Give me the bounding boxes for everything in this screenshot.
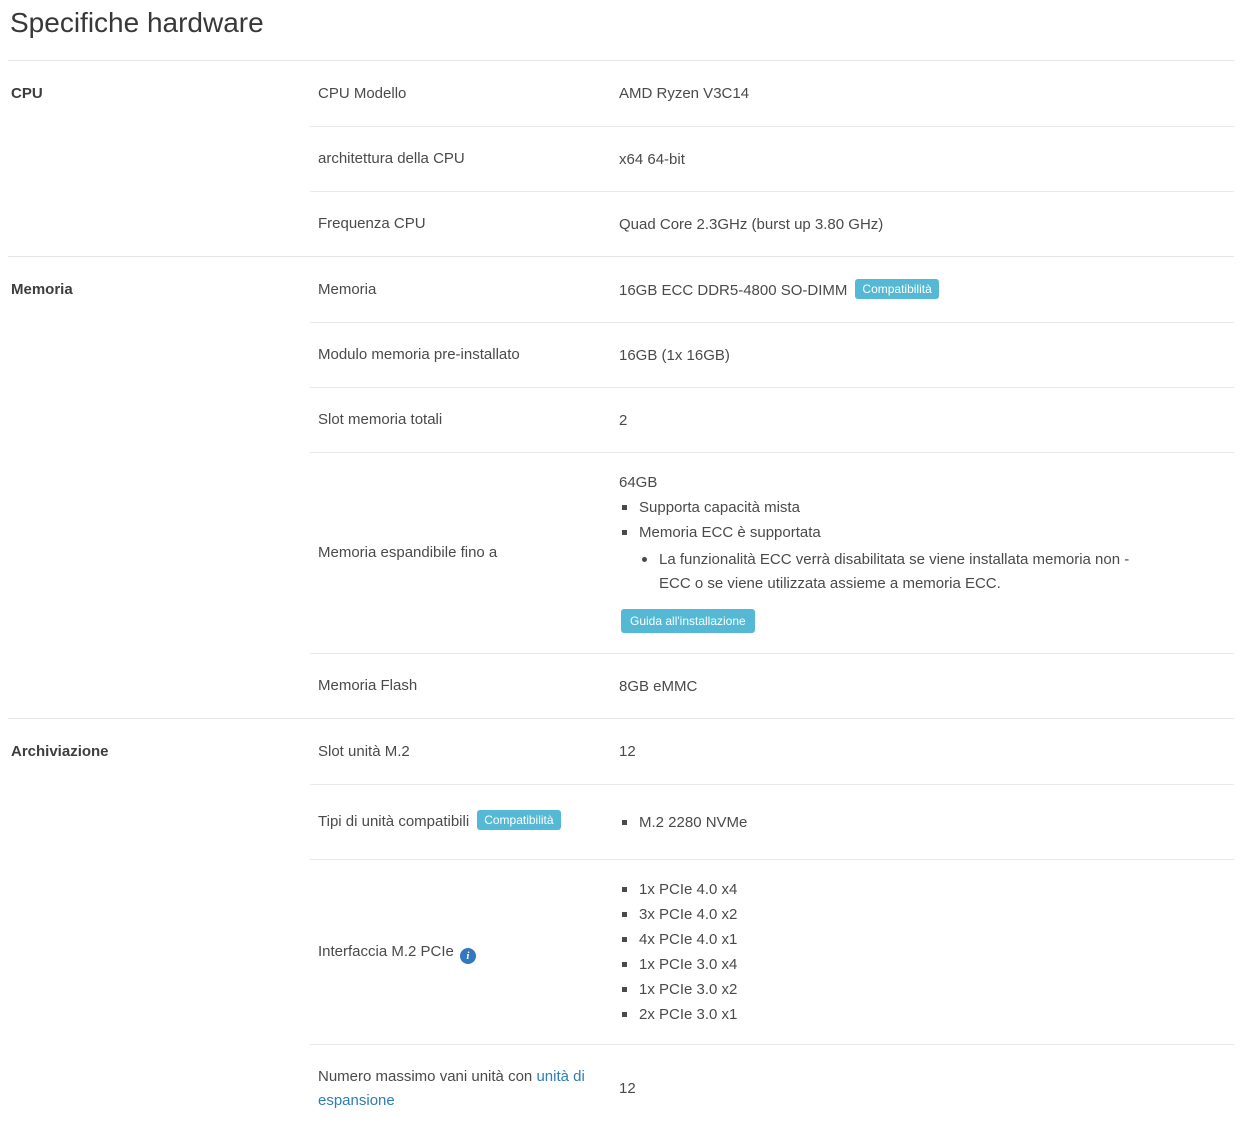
spec-value: AMD Ryzen V3C14 <box>619 84 1234 103</box>
section-cpu: CPU CPU Modello AMD Ryzen V3C14 architet… <box>8 61 1234 256</box>
spec-label: CPU Modello <box>310 82 619 106</box>
spec-label: Slot memoria totali <box>310 408 619 432</box>
expandable-memory-sub-bullet-list: La funzionalità ECC verrà disabilitata s… <box>639 548 1234 596</box>
spec-value: Quad Core 2.3GHz (burst up 3.80 GHz) <box>619 215 1234 234</box>
spec-row-cpu-model: CPU Modello AMD Ryzen V3C14 <box>310 61 1234 126</box>
section-storage-rows: Slot unità M.2 12 Tipi di unità compatib… <box>310 719 1234 1132</box>
page-title: Specifiche hardware <box>8 0 1234 61</box>
bullet-item: 4x PCIe 4.0 x1 <box>619 930 1234 949</box>
section-header-cpu: CPU <box>8 61 310 126</box>
spec-row-cpu-frequency: Frequenza CPU Quad Core 2.3GHz (burst up… <box>310 191 1234 256</box>
expandable-memory-max: 64GB <box>619 473 1234 492</box>
section-header-memory: Memoria <box>8 257 310 322</box>
section-memory-rows: Memoria 16GB ECC DDR5-4800 SO-DIMM Compat… <box>310 257 1234 718</box>
bullet-item: 3x PCIe 4.0 x2 <box>619 905 1234 924</box>
pcie-interface-bullet-list: 1x PCIe 4.0 x4 3x PCIe 4.0 x2 4x PCIe 4.… <box>619 880 1234 1024</box>
spec-label-text: Tipi di unità compatibili <box>318 813 469 830</box>
spec-value: 16GB ECC DDR5-4800 SO-DIMM Compatibilità <box>619 279 1234 300</box>
memory-value: 16GB ECC DDR5-4800 SO-DIMM <box>619 282 847 299</box>
bullet-item: 1x PCIe 3.0 x4 <box>619 955 1234 974</box>
bullet-item: 1x PCIe 3.0 x2 <box>619 980 1234 999</box>
spec-value: 16GB (1x 16GB) <box>619 346 1234 365</box>
spec-value: x64 64-bit <box>619 150 1234 169</box>
spec-row-preinstalled-module: Modulo memoria pre-installato 16GB (1x 1… <box>310 322 1234 387</box>
bullet-item: Supporta capacità mista <box>619 498 1234 517</box>
section-memory: Memoria Memoria 16GB ECC DDR5-4800 SO-DI… <box>8 256 1234 718</box>
spec-label: Numero massimo vani unità con unità di e… <box>310 1065 619 1113</box>
spec-label: Modulo memoria pre-installato <box>310 343 619 367</box>
spec-value: 12 <box>619 742 1234 761</box>
spec-label: Frequenza CPU <box>310 212 619 236</box>
sub-bullet-item: La funzionalità ECC verrà disabilitata s… <box>639 548 1159 596</box>
drive-types-bullet-list: M.2 2280 NVMe <box>619 813 1234 832</box>
compatibility-badge[interactable]: Compatibilità <box>477 810 560 830</box>
spec-row-max-drive-bays: Numero massimo vani unità con unità di e… <box>310 1044 1234 1132</box>
spec-label: Interfaccia M.2 PCIe i <box>310 940 619 964</box>
spec-row-compatible-drive-types: Tipi di unità compatibili Compatibilità M… <box>310 784 1234 859</box>
spec-label: Slot unità M.2 <box>310 740 619 764</box>
bullet-item: Memoria ECC è supportata <box>619 523 1234 542</box>
compatibility-badge[interactable]: Compatibilità <box>855 279 938 299</box>
spec-label: architettura della CPU <box>310 147 619 171</box>
spec-row-m2-slots: Slot unità M.2 12 <box>310 719 1234 784</box>
section-cpu-rows: CPU Modello AMD Ryzen V3C14 architettura… <box>310 61 1234 256</box>
spec-value: M.2 2280 NVMe <box>619 813 1234 832</box>
spec-row-memory: Memoria 16GB ECC DDR5-4800 SO-DIMM Compat… <box>310 257 1234 322</box>
spec-label: Memoria <box>310 278 619 302</box>
section-storage: Archiviazione Slot unità M.2 12 Tipi di … <box>8 718 1234 1132</box>
spec-label: Tipi di unità compatibili Compatibilità <box>310 810 619 834</box>
spec-row-flash-memory: Memoria Flash 8GB eMMC <box>310 653 1234 718</box>
bullet-item: 2x PCIe 3.0 x1 <box>619 1005 1234 1024</box>
spec-label-text: Interfaccia M.2 PCIe <box>318 943 454 960</box>
spec-value: 12 <box>619 1079 1234 1098</box>
spec-label: Memoria Flash <box>310 674 619 698</box>
bullet-item: 1x PCIe 4.0 x4 <box>619 880 1234 899</box>
spec-value: 8GB eMMC <box>619 677 1234 696</box>
spec-label-text: Numero massimo vani unità con <box>318 1068 536 1085</box>
spec-row-memory-slots: Slot memoria totali 2 <box>310 387 1234 452</box>
bullet-item: M.2 2280 NVMe <box>619 813 1234 832</box>
spec-row-expandable-memory: Memoria espandibile fino a 64GB Supporta… <box>310 452 1234 653</box>
section-header-storage: Archiviazione <box>8 719 310 784</box>
expandable-memory-bullet-list: Supporta capacità mista Memoria ECC è su… <box>619 498 1234 542</box>
spec-value: 2 <box>619 411 1234 430</box>
spec-value: 64GB Supporta capacità mista Memoria ECC… <box>619 473 1234 633</box>
spec-row-cpu-architecture: architettura della CPU x64 64-bit <box>310 126 1234 191</box>
info-icon[interactable]: i <box>460 948 476 964</box>
spec-value: 1x PCIe 4.0 x4 3x PCIe 4.0 x2 4x PCIe 4.… <box>619 880 1234 1024</box>
hardware-specs-page: Specifiche hardware CPU CPU Modello AMD … <box>0 0 1252 1132</box>
installation-guide-button[interactable]: Guida all'installazione <box>621 609 755 633</box>
spec-label: Memoria espandibile fino a <box>310 541 619 565</box>
spec-row-m2-pcie-interface: Interfaccia M.2 PCIe i 1x PCIe 4.0 x4 3x … <box>310 859 1234 1044</box>
